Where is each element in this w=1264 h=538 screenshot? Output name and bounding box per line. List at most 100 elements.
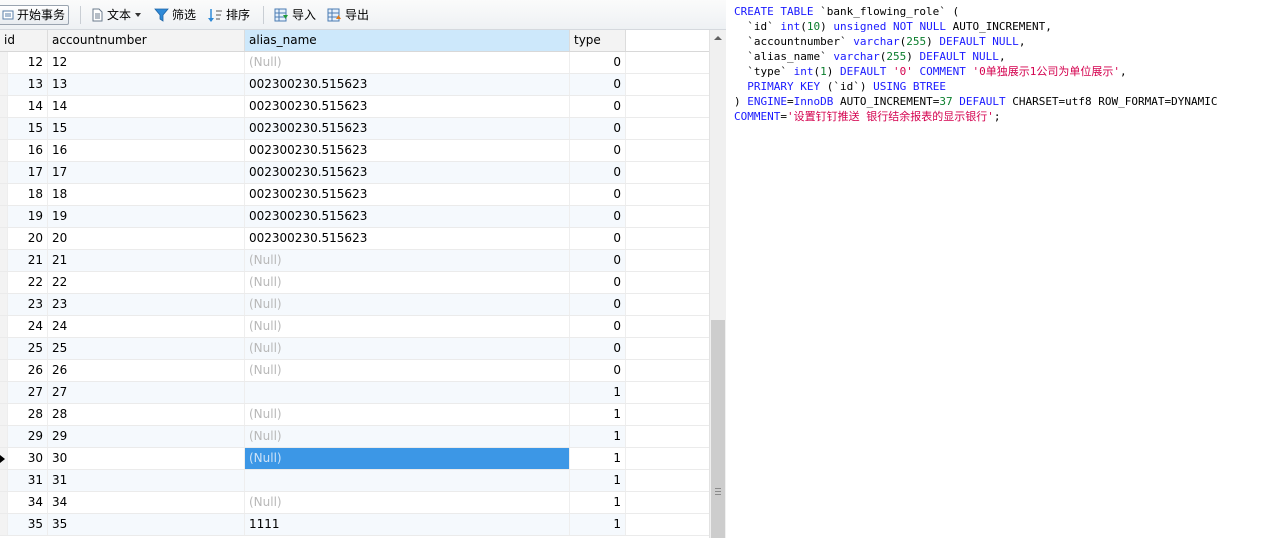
export-button[interactable]: 导出	[324, 5, 372, 25]
column-header-accountnumber[interactable]: accountnumber	[48, 30, 245, 51]
cell-accountnumber[interactable]: 20	[48, 228, 245, 249]
filter-button[interactable]: 筛选	[151, 5, 199, 25]
table-row[interactable]: 26 26 (Null) 0	[0, 360, 709, 382]
table-row[interactable]: 15 15 002300230.515623 0	[0, 118, 709, 140]
row-marker[interactable]	[0, 294, 8, 315]
cell-type[interactable]: 0	[570, 74, 626, 95]
column-header-alias-name[interactable]: alias_name	[245, 30, 570, 51]
cell-accountnumber[interactable]: 15	[48, 118, 245, 139]
cell-alias-name[interactable]: 002300230.515623	[245, 162, 570, 183]
cell-id[interactable]: 30	[8, 448, 48, 469]
row-marker[interactable]	[0, 404, 8, 425]
row-marker[interactable]	[0, 492, 8, 513]
cell-accountnumber[interactable]: 13	[48, 74, 245, 95]
cell-id[interactable]: 19	[8, 206, 48, 227]
cell-type[interactable]: 1	[570, 470, 626, 491]
cell-accountnumber[interactable]: 28	[48, 404, 245, 425]
table-row[interactable]: 19 19 002300230.515623 0	[0, 206, 709, 228]
cell-alias-name[interactable]: (Null)	[245, 426, 570, 447]
row-marker[interactable]	[0, 272, 8, 293]
cell-alias-name[interactable]: (Null)	[245, 250, 570, 271]
cell-accountnumber[interactable]: 12	[48, 52, 245, 73]
cell-accountnumber[interactable]: 29	[48, 426, 245, 447]
cell-id[interactable]: 28	[8, 404, 48, 425]
row-marker[interactable]	[0, 514, 8, 535]
cell-accountnumber[interactable]: 18	[48, 184, 245, 205]
row-marker[interactable]	[0, 228, 8, 249]
cell-id[interactable]: 18	[8, 184, 48, 205]
ddl-text-panel[interactable]: CREATE TABLE `bank_flowing_role` ( `id` …	[734, 4, 1262, 124]
table-row[interactable]: 20 20 002300230.515623 0	[0, 228, 709, 250]
cell-id[interactable]: 15	[8, 118, 48, 139]
cell-id[interactable]: 31	[8, 470, 48, 491]
cell-alias-name[interactable]: (Null)	[245, 272, 570, 293]
table-row[interactable]: 25 25 (Null) 0	[0, 338, 709, 360]
row-marker[interactable]	[0, 250, 8, 271]
cell-type[interactable]: 1	[570, 448, 626, 469]
table-row[interactable]: 18 18 002300230.515623 0	[0, 184, 709, 206]
table-row[interactable]: 28 28 (Null) 1	[0, 404, 709, 426]
cell-type[interactable]: 0	[570, 184, 626, 205]
cell-type[interactable]: 0	[570, 228, 626, 249]
begin-transaction-button[interactable]: 开始事务	[0, 5, 70, 25]
cell-accountnumber[interactable]: 27	[48, 382, 245, 403]
cell-type[interactable]: 0	[570, 140, 626, 161]
row-marker[interactable]	[0, 96, 8, 117]
cell-id[interactable]: 34	[8, 492, 48, 513]
sort-button[interactable]: 排序	[204, 5, 253, 25]
column-header-id[interactable]: id	[0, 30, 48, 51]
import-button[interactable]: 导入	[271, 5, 319, 25]
cell-alias-name[interactable]: 002300230.515623	[245, 96, 570, 117]
row-marker[interactable]	[0, 382, 8, 403]
cell-accountnumber[interactable]: 30	[48, 448, 245, 469]
cell-type[interactable]: 1	[570, 514, 626, 535]
table-row[interactable]: 35 35 1111 1	[0, 514, 709, 536]
cell-id[interactable]: 25	[8, 338, 48, 359]
cell-id[interactable]: 13	[8, 74, 48, 95]
row-marker[interactable]	[0, 338, 8, 359]
row-marker[interactable]	[0, 360, 8, 381]
row-marker[interactable]	[0, 448, 8, 469]
row-marker[interactable]	[0, 118, 8, 139]
row-marker[interactable]	[0, 184, 8, 205]
cell-id[interactable]: 23	[8, 294, 48, 315]
cell-accountnumber[interactable]: 21	[48, 250, 245, 271]
cell-alias-name[interactable]: (Null)	[245, 294, 570, 315]
cell-alias-name[interactable]: (Null)	[245, 404, 570, 425]
cell-id[interactable]: 20	[8, 228, 48, 249]
cell-accountnumber[interactable]: 17	[48, 162, 245, 183]
cell-id[interactable]: 29	[8, 426, 48, 447]
cell-alias-name[interactable]: (Null)	[245, 360, 570, 381]
cell-type[interactable]: 0	[570, 250, 626, 271]
table-row[interactable]: 29 29 (Null) 1	[0, 426, 709, 448]
table-row[interactable]: 13 13 002300230.515623 0	[0, 74, 709, 96]
cell-type[interactable]: 0	[570, 294, 626, 315]
scroll-thumb[interactable]	[711, 320, 725, 538]
cell-id[interactable]: 24	[8, 316, 48, 337]
cell-id[interactable]: 12	[8, 52, 48, 73]
cell-alias-name[interactable]: 1111	[245, 514, 570, 535]
cell-id[interactable]: 21	[8, 250, 48, 271]
table-row[interactable]: 14 14 002300230.515623 0	[0, 96, 709, 118]
cell-alias-name[interactable]	[245, 470, 570, 491]
cell-type[interactable]: 1	[570, 426, 626, 447]
table-row[interactable]: 22 22 (Null) 0	[0, 272, 709, 294]
cell-accountnumber[interactable]: 19	[48, 206, 245, 227]
cell-type[interactable]: 0	[570, 338, 626, 359]
cell-id[interactable]: 16	[8, 140, 48, 161]
cell-alias-name[interactable]: (Null)	[245, 492, 570, 513]
scroll-up-arrow-icon[interactable]	[714, 36, 722, 40]
text-button[interactable]: 文本	[88, 5, 145, 25]
table-row[interactable]: 27 27 1	[0, 382, 709, 404]
cell-id[interactable]: 14	[8, 96, 48, 117]
cell-accountnumber[interactable]: 34	[48, 492, 245, 513]
cell-type[interactable]: 1	[570, 492, 626, 513]
cell-alias-name[interactable]: 002300230.515623	[245, 118, 570, 139]
row-marker[interactable]	[0, 316, 8, 337]
table-row[interactable]: 34 34 (Null) 1	[0, 492, 709, 514]
cell-alias-name[interactable]: 002300230.515623	[245, 74, 570, 95]
cell-accountnumber[interactable]: 31	[48, 470, 245, 491]
cell-type[interactable]: 0	[570, 272, 626, 293]
cell-type[interactable]: 0	[570, 118, 626, 139]
cell-accountnumber[interactable]: 16	[48, 140, 245, 161]
